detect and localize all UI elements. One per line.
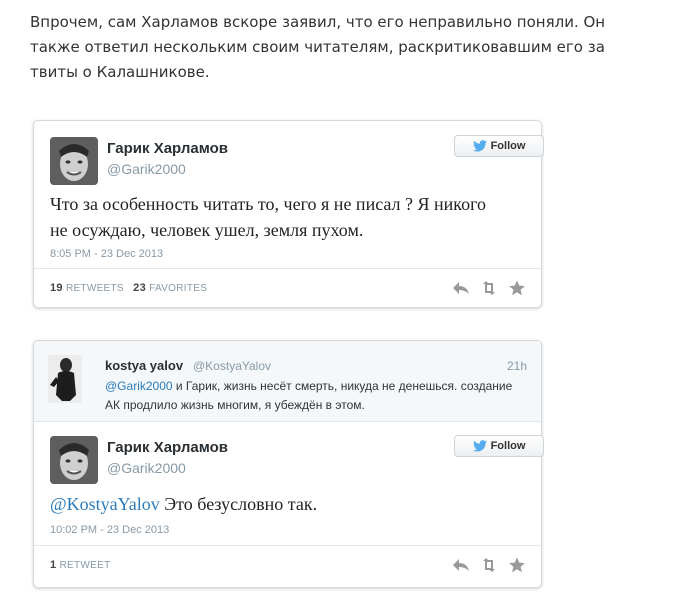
tweet-text: @KostyaYalov Это безусловно так.	[50, 491, 490, 517]
divider	[34, 268, 541, 269]
embedded-tweet-card: Гарик Харламов @Garik2000 Follow Что за …	[33, 120, 544, 308]
twitter-bird-icon	[472, 440, 487, 452]
retweets-count: 1	[50, 559, 57, 571]
tweet-stats: 1 RETWEET	[50, 559, 111, 571]
reply-icon[interactable]	[452, 557, 470, 573]
follow-button[interactable]: Follow	[454, 435, 544, 457]
avatar[interactable]	[48, 355, 82, 403]
tweet-stats: 19 RETWEETS 23 FAVORITES	[50, 282, 207, 294]
tweet-body: Это безусловно так.	[159, 494, 318, 514]
follow-label: Follow	[490, 440, 526, 452]
follow-button[interactable]: Follow	[454, 135, 544, 157]
avatar[interactable]	[50, 137, 98, 185]
retweets-label[interactable]: RETWEETS	[66, 283, 124, 294]
author-name[interactable]: Гарик Харламов	[107, 439, 228, 456]
tweet-actions	[452, 280, 526, 296]
tweet-timestamp[interactable]: 8:05 PM - 23 Dec 2013	[50, 248, 163, 260]
favorites-label[interactable]: FAVORITES	[149, 283, 207, 294]
divider	[34, 545, 541, 546]
tweet-text: Что за особенность читать то, чего я не …	[50, 194, 487, 240]
star-icon[interactable]	[508, 280, 526, 296]
reply-icon[interactable]	[452, 280, 470, 296]
mention-link[interactable]: @Garik2000	[105, 379, 173, 393]
in-reply-to-tweet: kostya yalov @KostyaYalov 21h @Garik2000…	[34, 341, 541, 422]
mention-link[interactable]: @KostyaYalov	[50, 494, 160, 514]
reply-author-handle[interactable]: @KostyaYalov	[193, 359, 271, 373]
retweet-icon[interactable]	[480, 280, 498, 296]
embedded-tweet-card: kostya yalov @KostyaYalov 21h @Garik2000…	[33, 340, 544, 588]
author-handle[interactable]: @Garik2000	[107, 161, 186, 177]
reply-time[interactable]: 21h	[507, 359, 527, 373]
star-icon[interactable]	[508, 557, 526, 573]
avatar[interactable]	[50, 436, 98, 484]
retweet-icon[interactable]	[480, 557, 498, 573]
tweet-actions	[452, 557, 526, 573]
tweet-timestamp[interactable]: 10:02 PM - 23 Dec 2013	[50, 524, 169, 536]
favorites-count: 23	[133, 282, 146, 294]
twitter-bird-icon	[472, 140, 487, 152]
author-handle[interactable]: @Garik2000	[107, 460, 186, 476]
retweets-count: 19	[50, 282, 63, 294]
follow-label: Follow	[490, 140, 526, 152]
reply-author-name[interactable]: kostya yalov	[105, 358, 183, 373]
article-paragraph: Впрочем, сам Харламов вскоре заявил, что…	[30, 13, 606, 81]
reply-text: @Garik2000 и Гарик, жизнь несёт смерть, …	[105, 377, 525, 415]
retweets-label[interactable]: RETWEET	[60, 560, 111, 571]
author-name[interactable]: Гарик Харламов	[107, 140, 228, 157]
